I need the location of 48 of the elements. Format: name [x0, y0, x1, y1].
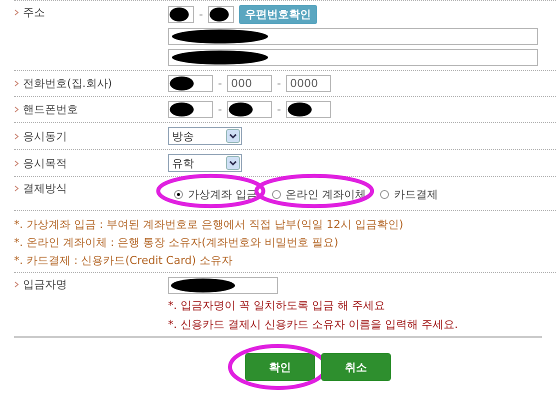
- phone-field[interactable]: 000: [226, 75, 272, 92]
- dropdown[interactable]: 방송: [168, 127, 242, 145]
- depositor-note: *. 신용카드 결제시 신용카드 소유자 이름을 입력해 주세요.: [168, 317, 459, 332]
- radio-label[interactable]: 카드결제: [394, 187, 438, 202]
- field-label: 전화번호(집.회사): [23, 76, 112, 91]
- phone-field[interactable]: [168, 75, 213, 92]
- chevron-icon: [14, 80, 19, 87]
- cancel-button[interactable]: 취소: [321, 353, 391, 381]
- phone-field[interactable]: [226, 101, 272, 118]
- chevron-icon: [14, 185, 19, 192]
- field-label: 응시동기: [23, 128, 67, 144]
- chevron-icon: [14, 132, 19, 140]
- payment-note: *. 카드결제 : 신용카드(Credit Card) 소유자: [14, 253, 234, 268]
- separator: -: [218, 103, 222, 116]
- payment-note: *. 가상계좌 입금 : 부여된 계좌번호로 은행에서 직접 납부(익일 12시 입금확인): [14, 217, 404, 232]
- phone-field[interactable]: 0000: [286, 75, 331, 92]
- field-label: 결제방식: [23, 181, 67, 196]
- zip-code-field[interactable]: [208, 6, 234, 23]
- separator: -: [276, 77, 281, 90]
- field-label: 입금자명: [23, 277, 67, 292]
- chevron-icon: [14, 106, 19, 113]
- dropdown[interactable]: 유학: [168, 154, 242, 172]
- address-field[interactable]: [168, 49, 538, 66]
- payment-note: *. 온라인 계좌이체 : 은행 통장 소유자(계좌번호와 비밀번호 필요): [14, 235, 340, 250]
- field-value: 000: [230, 77, 252, 90]
- confirm-button[interactable]: 확인: [245, 353, 315, 381]
- radio-label[interactable]: 온라인 계좌이체: [286, 187, 366, 202]
- field-label: 핸드폰번호: [23, 102, 78, 117]
- separator: -: [276, 103, 281, 116]
- separator: -: [218, 77, 222, 90]
- depositor-note: *. 입금자명이 꼭 일치하도록 입금 해 주세요: [168, 298, 386, 313]
- field-value: 0000: [290, 77, 318, 90]
- dropdown-value: 방송: [172, 128, 194, 144]
- radio-button[interactable]: [380, 190, 389, 199]
- chevron-icon: [14, 160, 19, 166]
- radio-button[interactable]: [174, 190, 183, 199]
- depositor-name-field[interactable]: [168, 277, 278, 294]
- field-label: 응시목적: [23, 156, 67, 170]
- phone-field[interactable]: [168, 101, 213, 118]
- chevron-icon: [14, 281, 19, 288]
- chevron-icon: [14, 9, 19, 16]
- zip-code-field[interactable]: [168, 6, 194, 23]
- separator: -: [199, 8, 203, 21]
- dropdown-value: 유학: [172, 156, 194, 170]
- radio-button[interactable]: [272, 190, 280, 199]
- address-field[interactable]: [168, 28, 538, 45]
- field-label: 주소: [23, 5, 45, 20]
- phone-field[interactable]: [286, 101, 331, 118]
